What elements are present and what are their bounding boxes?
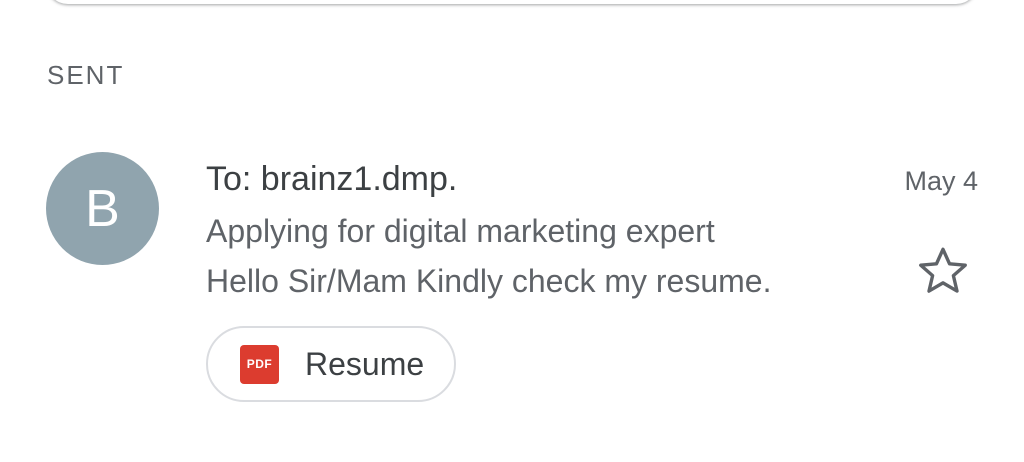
gmail-list-view: SENT B To: brainz1.dmp. May 4 Applying f…	[0, 0, 1024, 462]
section-header: SENT	[47, 60, 125, 90]
email-date: May 4	[904, 166, 978, 196]
attachment-chip[interactable]: PDF Resume	[206, 326, 456, 402]
avatar-letter: B	[85, 179, 120, 238]
search-bar[interactable]	[46, 0, 978, 4]
email-recipient: To: brainz1.dmp.	[206, 160, 458, 198]
email-snippet: Hello Sir/Mam Kindly check my resume.	[206, 263, 772, 299]
star-icon[interactable]	[914, 243, 972, 301]
avatar[interactable]: B	[46, 152, 159, 265]
attachment-name: Resume	[305, 345, 425, 382]
email-subject: Applying for digital marketing expert	[206, 213, 715, 249]
pdf-icon: PDF	[240, 344, 279, 384]
pdf-icon-label: PDF	[246, 357, 273, 371]
